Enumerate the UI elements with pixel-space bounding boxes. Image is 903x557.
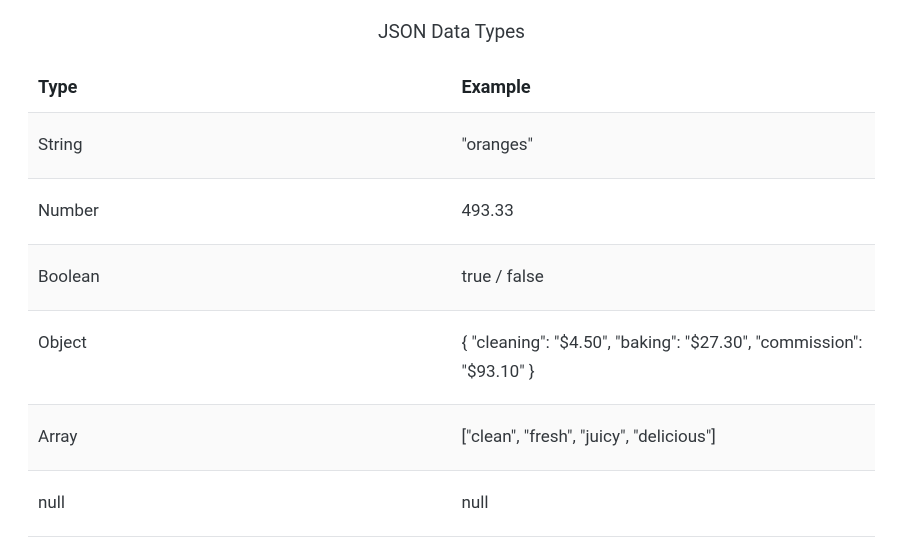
table-header-row: Type Example: [28, 65, 875, 113]
header-type: Type: [28, 65, 452, 113]
table-row: Array ["clean", "fresh", "juicy", "delic…: [28, 405, 875, 471]
cell-example: null: [452, 471, 876, 537]
table-row: Boolean true / false: [28, 244, 875, 310]
cell-example: true / false: [452, 244, 876, 310]
cell-example: 493.33: [452, 178, 876, 244]
table-title: JSON Data Types: [28, 20, 875, 43]
cell-type: Array: [28, 405, 452, 471]
data-types-table: Type Example String "oranges" Number 493…: [28, 65, 875, 537]
header-example: Example: [452, 65, 876, 113]
table-row: String "oranges": [28, 113, 875, 179]
table-row: Object { "cleaning": "$4.50", "baking": …: [28, 310, 875, 405]
cell-type: Number: [28, 178, 452, 244]
table-row: Number 493.33: [28, 178, 875, 244]
cell-example: "oranges": [452, 113, 876, 179]
cell-type: String: [28, 113, 452, 179]
cell-example: ["clean", "fresh", "juicy", "delicious"]: [452, 405, 876, 471]
cell-type: Boolean: [28, 244, 452, 310]
cell-type: Object: [28, 310, 452, 405]
cell-example: { "cleaning": "$4.50", "baking": "$27.30…: [452, 310, 876, 405]
cell-type: null: [28, 471, 452, 537]
table-row: null null: [28, 471, 875, 537]
